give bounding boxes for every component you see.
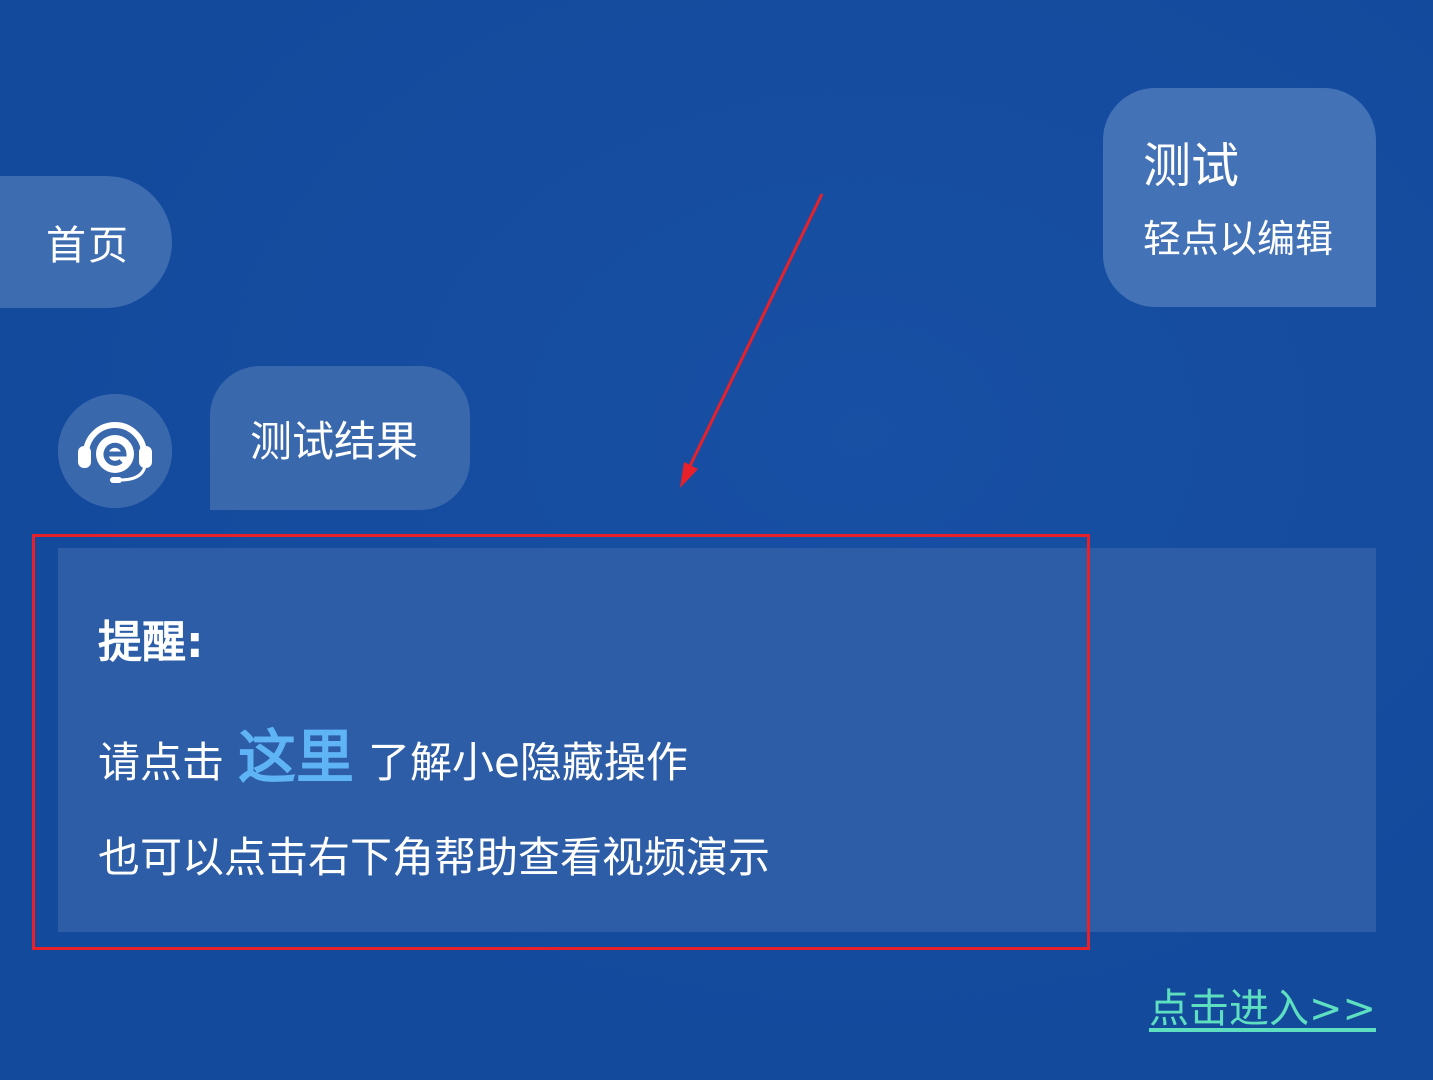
home-button[interactable]: 首页 [0, 176, 172, 308]
tap-to-edit-hint: 轻点以编辑 [1143, 217, 1334, 261]
headset-e-icon [58, 394, 172, 508]
home-label: 首页 [46, 223, 130, 269]
assistant-avatar [58, 394, 172, 508]
reminder-line-1: 请点击 这里 了解小e隐藏操作 [98, 710, 688, 794]
reminder-line-1-prefix: 请点击 [98, 738, 225, 787]
reminder-panel: 提醒: 请点击 这里 了解小e隐藏操作 也可以点击右下角帮助查看视频演示 [58, 548, 1376, 932]
reminder-line-1-suffix: 了解小e隐藏操作 [368, 738, 688, 787]
result-text: 测试结果 [250, 416, 419, 466]
enter-link[interactable]: 点击进入>> [1149, 976, 1376, 1034]
test-message-title: 测试 [1143, 138, 1240, 194]
here-link[interactable]: 这里 [238, 710, 354, 794]
test-message-bubble[interactable]: 测试 轻点以编辑 [1103, 88, 1376, 307]
result-message-bubble: 测试结果 [210, 366, 470, 510]
reminder-line-2: 也可以点击右下角帮助查看视频演示 [98, 833, 771, 882]
reminder-title: 提醒: [98, 617, 204, 668]
